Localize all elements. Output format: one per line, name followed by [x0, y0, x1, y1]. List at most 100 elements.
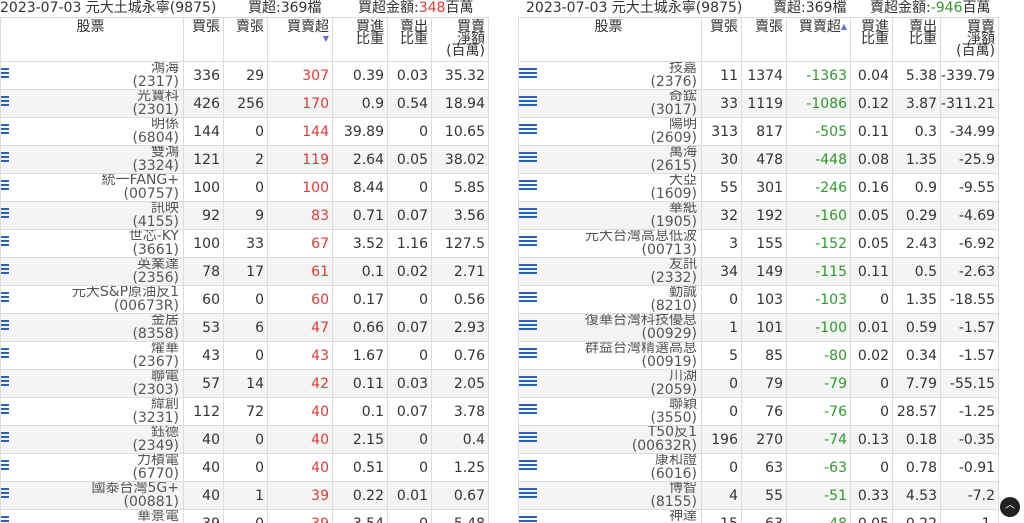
- table-row[interactable]: 統一FANG+ (00757) 100 0 100 8.44 0 5.85: [0, 173, 489, 202]
- list-icon[interactable]: [1, 432, 9, 444]
- list-icon[interactable]: [519, 488, 537, 500]
- list-icon[interactable]: [519, 348, 537, 360]
- table-row[interactable]: 明係 (6804) 144 0 144 39.89 0 10.65: [0, 117, 489, 146]
- table-row[interactable]: 元大S&P原油反1 (00673R) 60 0 60 0.17 0 0.56: [0, 285, 489, 314]
- table-row[interactable]: 金居 (8358) 53 6 47 0.66 0.07 2.93: [0, 313, 489, 342]
- table-row[interactable]: 聯穎 (3550) 0 76 -76 0 28.57 -1.25: [518, 397, 1000, 426]
- stock-cell[interactable]: 康和證 (6016): [518, 453, 702, 482]
- stock-cell[interactable]: 陽明 (2609): [518, 117, 702, 146]
- list-icon[interactable]: [519, 152, 537, 164]
- stock-cell[interactable]: 勤誠 (8210): [518, 285, 702, 314]
- table-row[interactable]: 訊映 (4155) 92 9 83 0.71 0.07 3.56: [0, 201, 489, 230]
- stock-cell[interactable]: 群益台灣精選高息 (00919): [518, 341, 702, 370]
- list-icon[interactable]: [519, 208, 537, 220]
- header-buy-ratio[interactable]: 買進 比重: [332, 17, 388, 62]
- list-icon[interactable]: [519, 180, 537, 192]
- table-row[interactable]: 元大台灣高息低波 (00713) 3 155 -152 0.05 2.43 -6.92: [518, 229, 1000, 258]
- list-icon[interactable]: [1, 320, 9, 332]
- table-row[interactable]: 奇鋐 (3017) 33 1119 -1086 0.12 3.87 -311.21: [518, 89, 1000, 118]
- table-row[interactable]: 英業達 (2356) 78 17 61 0.1 0.02 2.71: [0, 257, 489, 286]
- table-row[interactable]: 神達 1563-480.050.22-1.: [518, 509, 1000, 523]
- stock-cell[interactable]: 金居 (8358): [0, 313, 184, 342]
- list-icon[interactable]: [519, 516, 537, 523]
- header-net[interactable]: 買賣超 ▼: [267, 17, 333, 62]
- list-icon[interactable]: [519, 292, 537, 304]
- scroll-top-icon[interactable]: ︿: [1000, 497, 1020, 517]
- stock-cell[interactable]: 訊映 (4155): [0, 201, 184, 230]
- stock-name[interactable]: 華景電: [137, 511, 179, 523]
- stock-cell[interactable]: 光寶科 (2301): [0, 89, 184, 118]
- table-row[interactable]: 緯創 (3231) 112 72 40 0.1 0.07 3.78: [0, 397, 489, 426]
- list-icon[interactable]: [1, 236, 9, 248]
- list-icon[interactable]: [1, 292, 9, 304]
- table-row[interactable]: 川湖 (2059) 0 79 -79 0 7.79 -55.15: [518, 369, 1000, 398]
- table-row[interactable]: 國泰台灣5G+ (00881) 40 1 39 0.22 0.01 0.67: [0, 481, 489, 510]
- stock-cell[interactable]: 友訊 (2332): [518, 257, 702, 286]
- stock-cell[interactable]: 雙鴻 (3324): [0, 145, 184, 174]
- table-row[interactable]: 萬海 (2615) 30 478 -448 0.08 1.35 -25.9: [518, 145, 1000, 174]
- list-icon[interactable]: [1, 264, 9, 276]
- table-row[interactable]: 勤誠 (8210) 0 103 -103 0 1.35 -18.55: [518, 285, 1000, 314]
- stock-cell[interactable]: 神達: [518, 509, 702, 523]
- stock-cell[interactable]: 奇鋐 (3017): [518, 89, 702, 118]
- header-amount[interactable]: 買賣 淨額 (百萬): [431, 17, 489, 62]
- stock-name[interactable]: 神達: [669, 511, 697, 523]
- table-row[interactable]: 博智 (8155) 4 55 -51 0.33 4.53 -7.2: [518, 481, 1000, 510]
- stock-cell[interactable]: 世芯-KY (3661): [0, 229, 184, 258]
- stock-cell[interactable]: 英業達 (2356): [0, 257, 184, 286]
- header-amount[interactable]: 買賣 淨額 (百萬): [939, 17, 1000, 62]
- list-icon[interactable]: [1, 516, 9, 523]
- header-sell-ratio[interactable]: 賣出 比重: [892, 17, 941, 62]
- stock-cell[interactable]: 元大台灣高息低波 (00713): [518, 229, 702, 258]
- list-icon[interactable]: [519, 460, 537, 472]
- table-row[interactable]: 光寶科 (2301) 426 256 170 0.9 0.54 18.94: [0, 89, 489, 118]
- stock-cell[interactable]: 技嘉 (2376): [518, 61, 702, 90]
- list-icon[interactable]: [1, 488, 9, 500]
- stock-cell[interactable]: 國泰台灣5G+ (00881): [0, 481, 184, 510]
- header-buy-ratio[interactable]: 買進 比重: [850, 17, 893, 62]
- stock-cell[interactable]: 鴻海 (2317): [0, 61, 184, 90]
- table-row[interactable]: 大亞 (1609) 55 301 -246 0.16 0.9 -9.55: [518, 173, 1000, 202]
- list-icon[interactable]: [1, 208, 9, 220]
- list-icon[interactable]: [519, 68, 537, 80]
- table-row[interactable]: 鴻海 (2317) 336 29 307 0.39 0.03 35.32: [0, 61, 489, 90]
- list-icon[interactable]: [519, 376, 537, 388]
- stock-cell[interactable]: 聯電 (2303): [0, 369, 184, 398]
- table-row[interactable]: 復華台灣科技優息 (00929) 1 101 -100 0.01 0.59 -1.57: [518, 313, 1000, 342]
- list-icon[interactable]: [1, 348, 9, 360]
- stock-cell[interactable]: 明係 (6804): [0, 117, 184, 146]
- stock-cell[interactable]: 大亞 (1609): [518, 173, 702, 202]
- table-row[interactable]: 力積電 (6770) 40 0 40 0.51 0 1.25: [0, 453, 489, 482]
- list-icon[interactable]: [1, 460, 9, 472]
- stock-cell[interactable]: 元大S&P原油反1 (00673R): [0, 285, 184, 314]
- stock-cell[interactable]: 緯創 (3231): [0, 397, 184, 426]
- table-row[interactable]: 技嘉 (2376) 11 1374 -1363 0.04 5.38 -339.79: [518, 61, 1000, 90]
- stock-cell[interactable]: T50反1 (00632R): [518, 425, 702, 454]
- stock-cell[interactable]: 華紙 (1905): [518, 201, 702, 230]
- stock-cell[interactable]: 博智 (8155): [518, 481, 702, 510]
- header-sell-ratio[interactable]: 賣出 比重: [387, 17, 432, 62]
- stock-cell[interactable]: 鈺德 (2349): [0, 425, 184, 454]
- table-row[interactable]: 鈺德 (2349) 40 0 40 2.15 0 0.4: [0, 425, 489, 454]
- list-icon[interactable]: [519, 236, 537, 248]
- table-row[interactable]: 陽明 (2609) 313 817 -505 0.11 0.3 -34.99: [518, 117, 1000, 146]
- list-icon[interactable]: [519, 432, 537, 444]
- stock-cell[interactable]: 華景電: [0, 509, 184, 523]
- header-sell[interactable]: 賣張: [741, 17, 787, 62]
- stock-cell[interactable]: 燿華 (2367): [0, 341, 184, 370]
- stock-cell[interactable]: 統一FANG+ (00757): [0, 173, 184, 202]
- list-icon[interactable]: [519, 404, 537, 416]
- table-row[interactable]: T50反1 (00632R) 196 270 -74 0.13 0.18 -0.35: [518, 425, 1000, 454]
- header-stock[interactable]: 股票: [0, 17, 184, 62]
- stock-cell[interactable]: 聯穎 (3550): [518, 397, 702, 426]
- table-row[interactable]: 群益台灣精選高息 (00919) 5 85 -80 0.02 0.34 -1.57: [518, 341, 1000, 370]
- list-icon[interactable]: [519, 264, 537, 276]
- header-sell[interactable]: 賣張: [223, 17, 268, 62]
- list-icon[interactable]: [519, 320, 537, 332]
- list-icon[interactable]: [1, 68, 9, 80]
- list-icon[interactable]: [519, 124, 537, 136]
- header-buy[interactable]: 買張: [701, 17, 742, 62]
- stock-cell[interactable]: 川湖 (2059): [518, 369, 702, 398]
- table-row[interactable]: 世芯-KY (3661) 100 33 67 3.52 1.16 127.5: [0, 229, 489, 258]
- stock-cell[interactable]: 復華台灣科技優息 (00929): [518, 313, 702, 342]
